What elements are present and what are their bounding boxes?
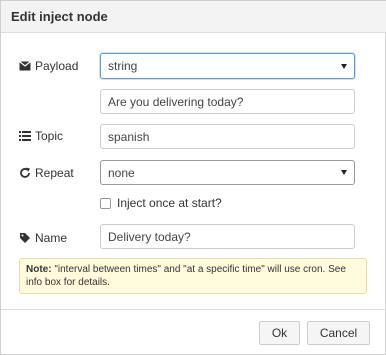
cron-note: Note: "interval between times" and "at a…: [19, 258, 367, 294]
repeat-select[interactable]: none: [100, 160, 355, 185]
ok-button[interactable]: Ok: [259, 321, 300, 345]
payload-value-text: Are you delivering today?: [108, 94, 244, 109]
inject-once-row: Inject once at start?: [100, 196, 222, 210]
topic-label-row: Topic: [19, 129, 63, 143]
tag-icon: [19, 232, 31, 244]
list-icon: [19, 130, 31, 142]
chevron-down-icon: [341, 63, 347, 69]
repeat-label: Repeat: [35, 166, 74, 180]
envelope-icon: [19, 60, 31, 72]
repeat-icon: [19, 167, 31, 179]
footer-divider: [1, 309, 386, 310]
payload-type-select[interactable]: string: [100, 53, 355, 79]
payload-value-input[interactable]: Are you delivering today?: [100, 89, 355, 114]
payload-label-row: Payload: [19, 59, 78, 73]
repeat-value: none: [108, 165, 135, 180]
payload-type-value: string: [108, 59, 138, 73]
name-label: Name: [35, 231, 68, 245]
name-value-text: Delivery today?: [108, 229, 191, 244]
topic-value-text: spanish: [108, 129, 150, 144]
note-bold-label: Note:: [26, 264, 52, 275]
dialog-title: Edit inject node: [11, 9, 108, 24]
repeat-label-row: Repeat: [19, 166, 74, 180]
dialog-titlebar: Edit inject node: [1, 1, 386, 33]
inject-once-label: Inject once at start?: [117, 196, 222, 210]
cancel-button[interactable]: Cancel: [307, 321, 370, 345]
name-label-row: Name: [19, 231, 67, 245]
note-text: "interval between times" and "at a speci…: [26, 264, 346, 288]
topic-input[interactable]: spanish: [100, 124, 355, 149]
inject-once-checkbox[interactable]: [100, 197, 111, 209]
name-input[interactable]: Delivery today?: [100, 224, 355, 249]
chevron-down-icon: [341, 170, 347, 175]
payload-label: Payload: [35, 59, 79, 73]
topic-label: Topic: [35, 129, 64, 143]
edit-inject-node-dialog: Edit inject node Payload string Are you …: [0, 0, 386, 355]
